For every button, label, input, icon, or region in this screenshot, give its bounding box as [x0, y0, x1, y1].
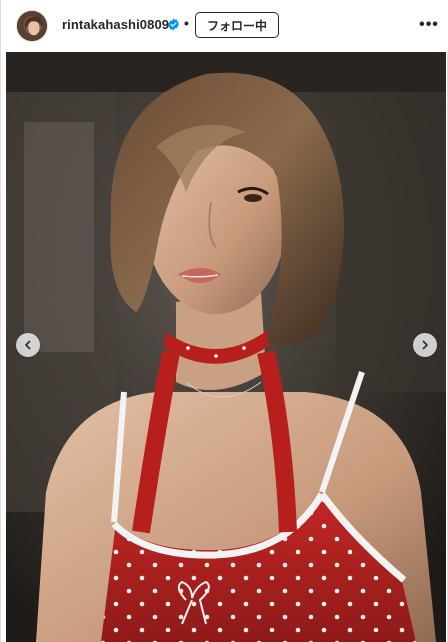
carousel-prev-button[interactable] — [16, 333, 40, 357]
post-photo[interactable] — [6, 52, 446, 642]
username-link[interactable]: rintakahashi0809 — [62, 17, 169, 32]
chevron-right-icon — [422, 340, 428, 350]
carousel-next-button[interactable] — [413, 333, 437, 357]
more-options-icon[interactable]: ••• — [419, 16, 439, 34]
profile-avatar[interactable] — [16, 10, 48, 42]
following-button[interactable]: フォロー中 — [195, 12, 279, 38]
post-header: rintakahashi0809 • フォロー中 ••• — [1, 0, 448, 52]
header-separator: • — [184, 15, 189, 31]
chevron-left-icon — [25, 340, 31, 350]
verified-badge-icon — [168, 18, 179, 31]
photo-image — [6, 52, 446, 642]
post-frame: rintakahashi0809 • フォロー中 ••• — [0, 0, 448, 642]
